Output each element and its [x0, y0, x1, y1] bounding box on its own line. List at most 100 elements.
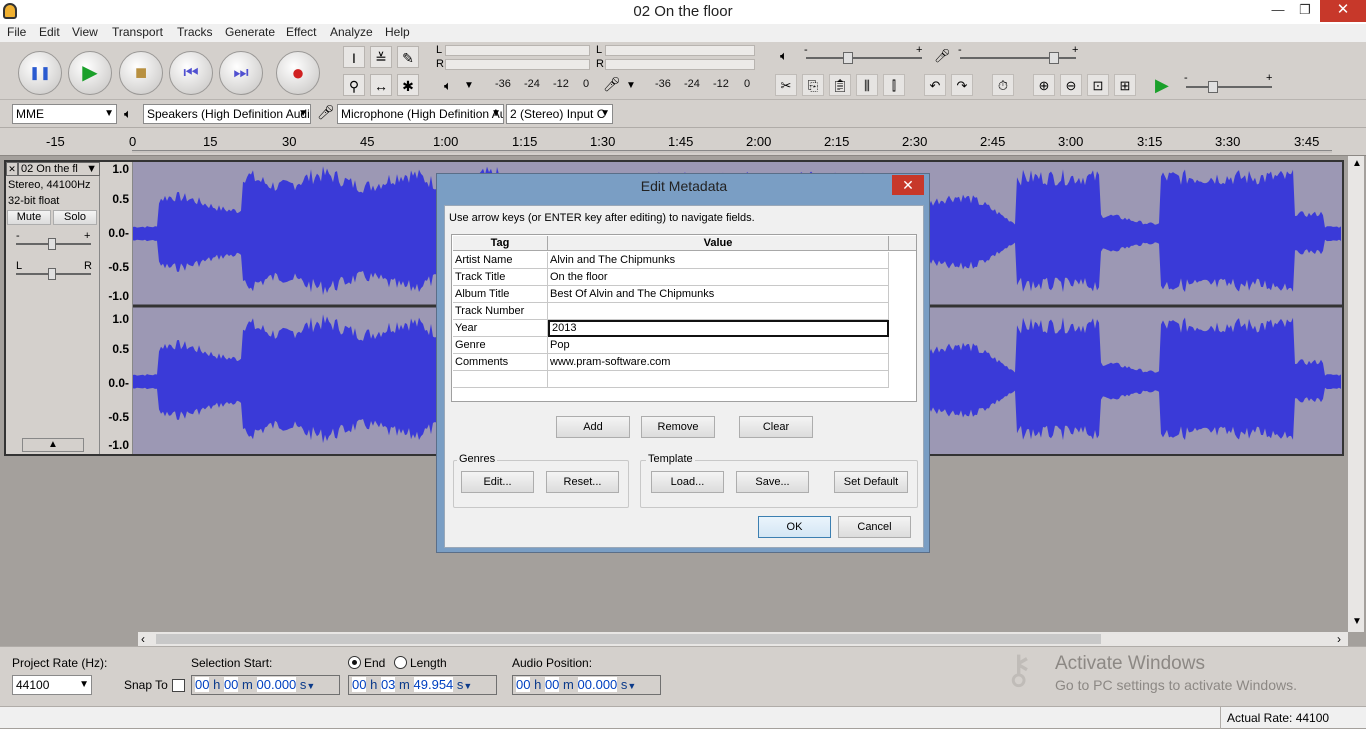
record-meter-right[interactable] — [605, 59, 755, 70]
snap-to-checkbox[interactable] — [172, 679, 185, 692]
ok-button[interactable]: OK — [758, 516, 831, 538]
menu-analyze[interactable]: Analyze — [330, 25, 373, 39]
menu-generate[interactable]: Generate — [225, 25, 275, 39]
metadata-value-cell[interactable]: Best Of Alvin and The Chipmunks — [548, 286, 889, 303]
minimize-button[interactable]: — — [1264, 0, 1292, 22]
solo-button[interactable]: Solo — [53, 210, 97, 225]
menu-tracks[interactable]: Tracks — [177, 25, 213, 39]
fit-project-icon[interactable]: ⊞ — [1114, 74, 1136, 96]
zoom-tool[interactable]: ⚲ — [343, 74, 365, 96]
metadata-tag-cell[interactable]: Track Title — [453, 269, 548, 286]
playback-meter-left[interactable] — [445, 45, 590, 56]
end-radio[interactable] — [348, 656, 361, 669]
zoom-in-icon[interactable]: ⊕ — [1033, 74, 1055, 96]
audio-host-select[interactable]: MME ▼ — [12, 104, 117, 124]
metadata-value-cell[interactable] — [548, 371, 889, 388]
clear-button[interactable]: Clear — [739, 416, 813, 438]
template-save-button[interactable]: Save... — [736, 471, 809, 493]
play-speed-thumb[interactable] — [1208, 81, 1218, 93]
metadata-value-cell[interactable]: Alvin and The Chipmunks — [548, 252, 889, 269]
cancel-button[interactable]: Cancel — [838, 516, 911, 538]
menu-effect[interactable]: Effect — [286, 25, 316, 39]
metadata-tag-cell[interactable]: Album Title — [453, 286, 548, 303]
metadata-tag-cell[interactable] — [453, 371, 548, 388]
length-radio[interactable] — [394, 656, 407, 669]
close-window-button[interactable]: ✕ — [1320, 0, 1366, 22]
metadata-value-cell[interactable]: www.pram-software.com — [548, 354, 889, 371]
metadata-tag-cell[interactable]: Genre — [453, 337, 548, 354]
pan-thumb[interactable] — [48, 268, 56, 280]
microphone-icon[interactable]: 🎤︎ — [603, 76, 621, 93]
playback-meter-dropdown-icon[interactable]: ▼ — [464, 80, 474, 91]
selection-end-field[interactable]: 00 h 03 m 49.954 s▼ — [348, 675, 497, 695]
undo-icon[interactable]: ↶ — [924, 74, 946, 96]
paste-icon[interactable]: 📋︎ — [829, 74, 851, 96]
metadata-value-cell[interactable]: On the floor — [548, 269, 889, 286]
menu-help[interactable]: Help — [385, 25, 410, 39]
horizontal-scrollbar[interactable] — [138, 632, 1348, 646]
record-meter-left[interactable] — [605, 45, 755, 56]
playback-meter-right[interactable] — [445, 59, 590, 70]
redo-icon[interactable]: ↷ — [951, 74, 973, 96]
scroll-down-icon[interactable]: ▼ — [1352, 616, 1362, 627]
selection-tool[interactable]: I — [343, 46, 365, 68]
selection-start-field[interactable]: 00 h 00 m 00.000 s▼ — [191, 675, 340, 695]
menu-edit[interactable]: Edit — [39, 25, 60, 39]
skip-to-end-button[interactable]: ⏭ — [219, 51, 263, 95]
dialog-close-button[interactable]: ✕ — [892, 175, 924, 195]
track-name-menu[interactable]: 02 On the fl ▼ — [18, 162, 100, 176]
metadata-value-cell[interactable]: Pop — [548, 337, 889, 354]
genres-reset-button[interactable]: Reset... — [546, 471, 619, 493]
fit-selection-icon[interactable]: ⊡ — [1087, 74, 1109, 96]
metadata-value-cell[interactable] — [548, 303, 889, 320]
scroll-left-icon[interactable]: ‹ — [141, 632, 145, 646]
vertical-scrollbar[interactable] — [1348, 156, 1364, 632]
set-default-button[interactable]: Set Default — [834, 471, 908, 493]
metadata-tag-cell[interactable]: Comments — [453, 354, 548, 371]
multi-tool[interactable]: ✱ — [397, 74, 419, 96]
copy-icon[interactable]: ⎘ — [802, 74, 824, 96]
play-button[interactable]: ▶ — [68, 51, 112, 95]
input-device-select[interactable]: Microphone (High Definition Au ▼ — [337, 104, 504, 124]
project-rate-select[interactable]: 44100 ▼ — [12, 675, 92, 695]
track-close-button[interactable]: ✕ — [6, 162, 18, 176]
stop-button[interactable]: ■ — [119, 51, 163, 95]
genres-edit-button[interactable]: Edit... — [461, 471, 534, 493]
zoom-out-icon[interactable]: ⊖ — [1060, 74, 1082, 96]
record-button[interactable]: ● — [276, 51, 320, 95]
template-load-button[interactable]: Load... — [651, 471, 724, 493]
sync-lock-icon[interactable]: ⏱ — [992, 74, 1014, 96]
collapse-track-button[interactable]: ▲ — [22, 438, 84, 452]
record-meter-dropdown-icon[interactable]: ▼ — [626, 80, 636, 91]
output-volume-slider[interactable] — [806, 57, 922, 59]
draw-tool[interactable]: ✎ — [397, 46, 419, 68]
output-volume-thumb[interactable] — [843, 52, 853, 64]
timeshift-tool[interactable]: ↔ — [370, 74, 392, 96]
menu-view[interactable]: View — [72, 25, 98, 39]
input-volume-thumb[interactable] — [1049, 52, 1059, 64]
scroll-up-icon[interactable]: ▲ — [1352, 158, 1362, 169]
scrollbar-thumb[interactable] — [156, 634, 1101, 644]
metadata-tag-cell[interactable]: Artist Name — [453, 252, 548, 269]
restore-button[interactable]: ❐ — [1292, 0, 1318, 22]
speaker-icon[interactable]: 🔈︎ — [444, 78, 452, 94]
skip-to-start-button[interactable]: ⏮ — [169, 51, 213, 95]
silence-icon[interactable]: ⫿ — [883, 74, 905, 96]
metadata-tag-cell[interactable]: Year — [453, 320, 548, 337]
output-device-select[interactable]: Speakers (High Definition Audi ▼ — [143, 104, 311, 124]
mute-button[interactable]: Mute — [7, 210, 51, 225]
audio-position-field[interactable]: 00 h 00 m 00.000 s▼ — [512, 675, 661, 695]
menu-file[interactable]: File — [7, 25, 26, 39]
cut-icon[interactable]: ✂ — [775, 74, 797, 96]
menu-transport[interactable]: Transport — [112, 25, 163, 39]
gain-thumb[interactable] — [48, 238, 56, 250]
play-speed-slider[interactable] — [1186, 86, 1272, 88]
envelope-tool[interactable]: ≚ — [370, 46, 392, 68]
scroll-right-icon[interactable]: › — [1337, 632, 1341, 646]
play-at-speed-icon[interactable]: ▶ — [1155, 75, 1169, 96]
timeline-ruler[interactable]: -15 0 15 30 45 1:00 1:15 1:30 1:45 2:00 … — [0, 128, 1366, 156]
input-channels-select[interactable]: 2 (Stereo) Input C ▼ — [506, 104, 613, 124]
metadata-grid[interactable]: Tag Value Artist Name Alvin and The Chipm… — [451, 234, 917, 402]
metadata-tag-cell[interactable]: Track Number — [453, 303, 548, 320]
metadata-value-cell[interactable]: 2013 — [548, 320, 889, 337]
